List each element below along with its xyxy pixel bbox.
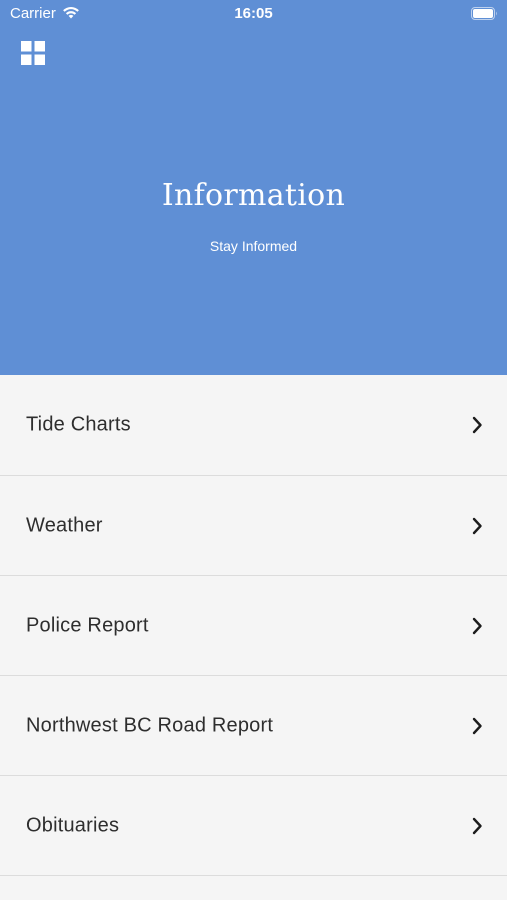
list-item-label: Northwest BC Road Report (26, 714, 274, 736)
information-list: Tide Charts Weather Police Report Northw… (0, 375, 507, 876)
list-item-weather[interactable]: Weather (0, 476, 507, 576)
list-item-road-report[interactable]: Northwest BC Road Report (0, 676, 507, 776)
list-item-obituaries[interactable]: Obituaries (0, 776, 507, 876)
list-item-label: Obituaries (26, 814, 120, 836)
grid-menu-icon[interactable] (21, 41, 45, 65)
chevron-right-icon (472, 416, 482, 434)
list-item-label: Police Report (26, 614, 149, 636)
list-item-label: Weather (26, 514, 103, 536)
chevron-right-icon (472, 617, 482, 634)
chevron-right-icon (472, 517, 482, 534)
list-item-police-report[interactable]: Police Report (0, 576, 507, 676)
chevron-right-icon (472, 817, 482, 834)
status-bar: Carrier 16:05 (0, 0, 507, 28)
list-item-label: Tide Charts (26, 413, 131, 436)
page-subtitle: Stay Informed (209, 238, 298, 254)
chevron-right-icon (472, 717, 482, 734)
header-banner: Carrier 16:05 Information Stay Informed (0, 0, 507, 375)
battery-icon (471, 7, 497, 20)
page-title: Information (161, 178, 346, 213)
list-item-tide-charts[interactable]: Tide Charts (0, 375, 507, 476)
status-time: 16:05 (234, 5, 273, 22)
